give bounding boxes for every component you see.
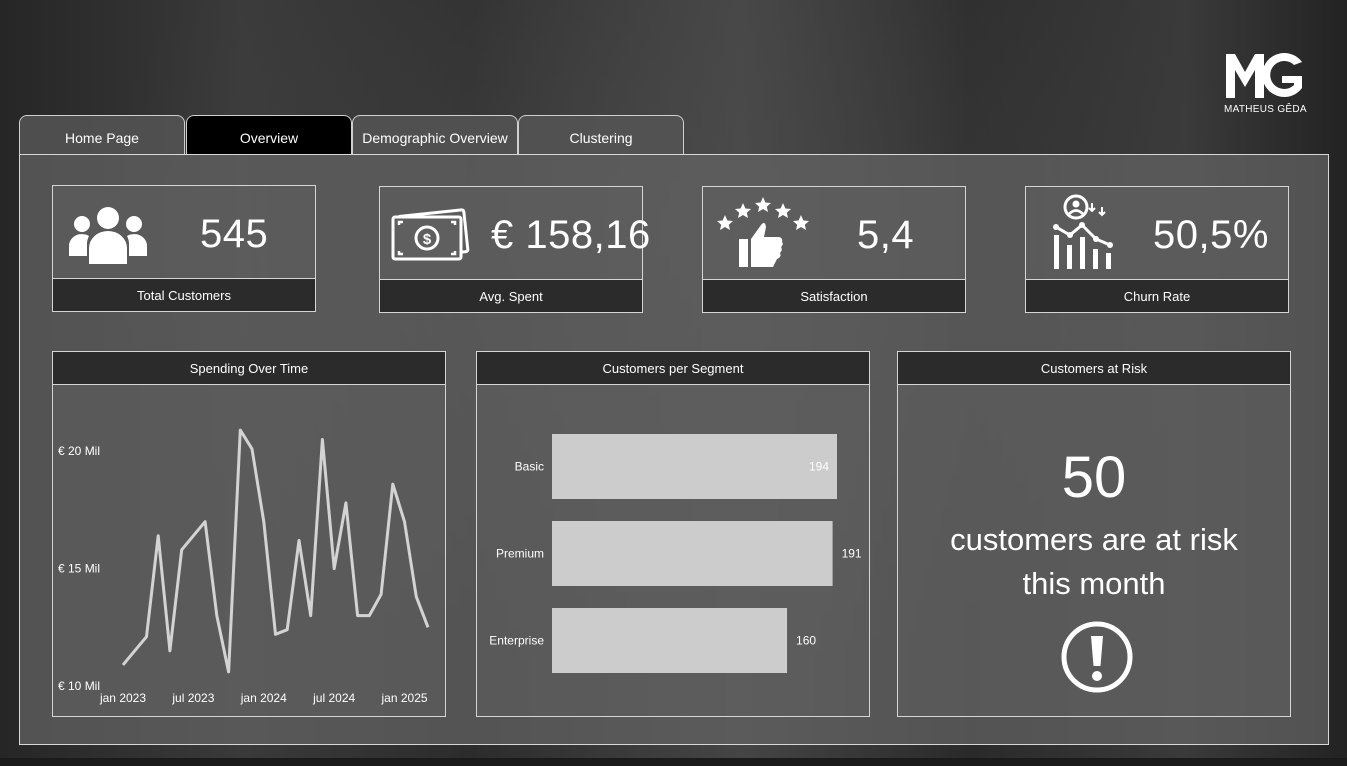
segment-bar-chart: Basic 194 Premium 191 Enterprise 160 bbox=[489, 434, 862, 673]
y-tick-label: € 10 Mil bbox=[58, 679, 100, 693]
spending-line bbox=[121, 428, 430, 674]
y-tick-label: € 15 Mil bbox=[58, 562, 100, 576]
churn-rate-label: Churn Rate bbox=[1026, 279, 1288, 312]
total-customers-value: 545 bbox=[200, 212, 269, 256]
money-icon: $ bbox=[391, 208, 470, 261]
satisfaction-value: 5,4 bbox=[857, 213, 915, 257]
svg-text:$: $ bbox=[423, 231, 432, 248]
risk-message-line-2: this month bbox=[1022, 566, 1166, 601]
spending-line-chart: € 10 Mil € 15 Mil € 20 Mil jan 2023 jul 2023… bbox=[58, 428, 430, 705]
y-tick-label: € 20 Mil bbox=[58, 444, 100, 458]
tab-home-page[interactable]: Home Page bbox=[19, 115, 185, 155]
mg-logo-icon bbox=[1226, 53, 1302, 98]
segment-label: Basic bbox=[515, 460, 544, 474]
x-tick-label: jan 2024 bbox=[240, 691, 287, 705]
brand-name: MATHEUS GÊDA bbox=[1224, 104, 1307, 115]
spending-over-time-title: Spending Over Time bbox=[53, 352, 445, 385]
churn-chart-icon bbox=[1053, 194, 1113, 269]
segment-value: 160 bbox=[796, 634, 816, 648]
avg-spent-label: Avg. Spent bbox=[380, 279, 642, 312]
satisfaction-label: Satisfaction bbox=[703, 279, 965, 312]
avg-spent-value: € 158,16 bbox=[491, 213, 651, 257]
segment-value: 191 bbox=[842, 547, 862, 561]
segment-label: Enterprise bbox=[489, 634, 544, 648]
users-icon bbox=[69, 207, 147, 264]
customers-per-segment-title: Customers per Segment bbox=[477, 352, 869, 385]
risk-count: 50 bbox=[1061, 445, 1127, 510]
segment-value: 194 bbox=[809, 460, 829, 474]
kpi-satisfaction: 5,4 Satisfaction bbox=[702, 186, 966, 313]
spending-over-time-card: Spending Over Time € 10 Mil € 15 Mil € 20 … bbox=[52, 351, 446, 717]
brand-logo: MATHEUS GÊDA bbox=[1224, 52, 1307, 122]
x-tick-label: jul 2023 bbox=[171, 691, 214, 705]
risk-message-line-1: customers are at risk bbox=[950, 522, 1238, 557]
thumbs-up-stars-icon bbox=[717, 197, 809, 267]
x-tick-label: jan 2023 bbox=[99, 691, 146, 705]
x-tick-label: jul 2024 bbox=[312, 691, 355, 705]
alert-icon bbox=[1061, 621, 1133, 693]
segment-bar bbox=[552, 521, 833, 586]
segment-bar bbox=[552, 434, 837, 499]
customers-at-risk-title: Customers at Risk bbox=[898, 352, 1290, 385]
risk-message: customers are at risk this month bbox=[898, 518, 1290, 606]
total-customers-label: Total Customers bbox=[53, 278, 315, 311]
churn-rate-value: 50,5% bbox=[1153, 213, 1269, 257]
segment-label: Premium bbox=[496, 547, 544, 561]
bottom-bar bbox=[0, 758, 1347, 766]
kpi-avg-spent: $ € 158,16 Avg. Spent bbox=[379, 186, 650, 313]
customers-at-risk-card: Customers at Risk 50 customers are at ri… bbox=[897, 351, 1291, 717]
x-tick-label: jan 2025 bbox=[381, 691, 428, 705]
customers-per-segment-card: Customers per Segment Basic 194 Premium 191… bbox=[476, 351, 870, 717]
kpi-churn-rate: 50,5% Churn Rate bbox=[1025, 186, 1289, 313]
tab-overview[interactable]: Overview bbox=[186, 115, 352, 155]
tab-clustering[interactable]: Clustering bbox=[518, 115, 684, 155]
segment-bar bbox=[552, 608, 788, 673]
dashboard-panel: 545 Total Customers $ € 158,16 Avg. Spen… bbox=[19, 154, 1329, 745]
kpi-total-customers: 545 Total Customers bbox=[52, 185, 316, 312]
tab-demographic-overview[interactable]: Demographic Overview bbox=[352, 115, 518, 155]
